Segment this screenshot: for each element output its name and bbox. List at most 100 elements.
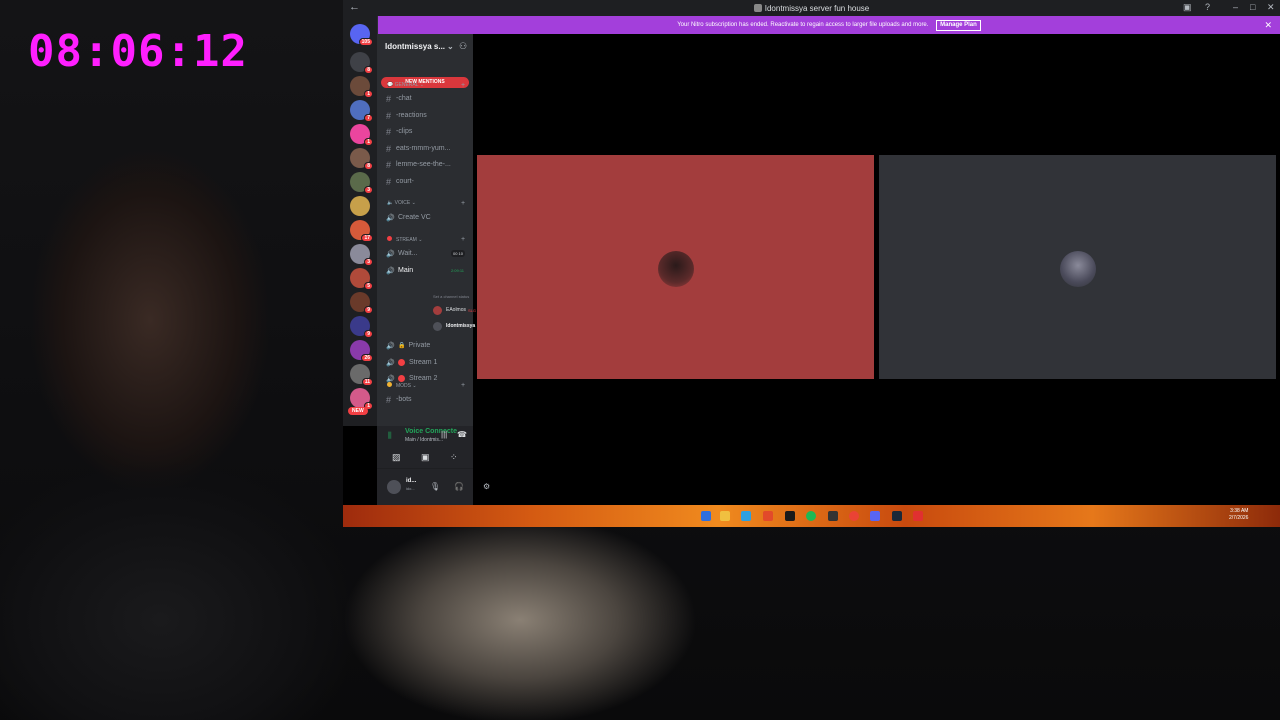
stream-dot-icon bbox=[398, 359, 405, 366]
mention-badge: 17 bbox=[361, 234, 373, 242]
channel-waiting[interactable]: 🔊 Wait... 00 10 bbox=[386, 247, 470, 260]
voice-member[interactable]: EAolmos SLG bbox=[433, 304, 476, 316]
close-banner-icon[interactable]: ✕ bbox=[1264, 16, 1272, 34]
channel-create-vc[interactable]: 🔊 Create VC bbox=[386, 211, 470, 224]
new-servers-tag: NEW bbox=[348, 407, 368, 415]
headphones-icon[interactable]: 🎧 bbox=[454, 482, 464, 491]
voice-member-self[interactable]: Idontmissya bbox=[433, 320, 475, 332]
channel-stream-1[interactable]: 🔊 Stream 1 bbox=[386, 356, 470, 369]
stream-dot-icon bbox=[398, 375, 405, 382]
hash-icon: # bbox=[386, 110, 392, 121]
speaker-icon: 🔊 bbox=[386, 359, 395, 367]
chrome-icon[interactable] bbox=[849, 511, 859, 521]
inbox-icon[interactable]: ▣ bbox=[1183, 2, 1192, 13]
voice-channel[interactable]: Main / Idontmis... bbox=[405, 437, 443, 443]
server-icon[interactable]: 9 bbox=[350, 292, 373, 314]
server-icon[interactable]: 1 bbox=[350, 388, 373, 410]
spotify-icon[interactable] bbox=[806, 511, 816, 521]
video-tile-self[interactable] bbox=[879, 155, 1276, 379]
channel-chat[interactable]: # -chat bbox=[386, 92, 470, 105]
server-icon[interactable]: 5 bbox=[350, 268, 373, 290]
channel-status[interactable]: Set a channel status bbox=[433, 294, 469, 299]
server-icon[interactable]: 11 bbox=[350, 364, 373, 386]
minimize-button[interactable]: – bbox=[1233, 2, 1238, 12]
server-icon[interactable]: 8 bbox=[350, 148, 373, 170]
server-icon[interactable]: 17 bbox=[350, 220, 373, 242]
server-icon[interactable]: 3 bbox=[350, 172, 373, 194]
microphone-icon[interactable]: 🎙 bbox=[430, 482, 440, 491]
speaker-icon: 🔊 bbox=[386, 250, 395, 258]
server-icon[interactable]: 8 bbox=[350, 52, 373, 74]
channel-main[interactable]: 🔊 Main 2:09:11 bbox=[386, 264, 470, 277]
channel-private[interactable]: 🔊 🔒 Private bbox=[386, 339, 470, 352]
mention-badge: 7 bbox=[364, 114, 373, 122]
file-explorer-icon[interactable] bbox=[720, 511, 730, 521]
avatar[interactable] bbox=[387, 480, 401, 494]
mention-badge: 105 bbox=[358, 38, 373, 46]
channel-court[interactable]: # court- bbox=[386, 175, 470, 188]
server-icon[interactable] bbox=[350, 196, 370, 216]
add-channel-icon[interactable]: + bbox=[461, 200, 465, 207]
maximize-button[interactable]: □ bbox=[1250, 2, 1255, 12]
close-window-button[interactable]: ✕ bbox=[1267, 2, 1275, 13]
hash-icon: # bbox=[386, 143, 392, 154]
app-icon[interactable] bbox=[828, 511, 838, 521]
mention-badge: 9 bbox=[364, 330, 373, 338]
title-bar: ← Idontmissya server fun house ▣ ? – □ ✕ bbox=[343, 0, 1280, 16]
server-name[interactable]: Idontmissya s... ⌄ bbox=[385, 42, 454, 51]
hash-icon: # bbox=[386, 394, 392, 405]
mention-badge: 8 bbox=[364, 162, 373, 170]
channel-lemme[interactable]: # lemme-see-the-... bbox=[386, 158, 470, 171]
signal-icon[interactable]: ⫼ bbox=[388, 431, 392, 441]
settings-gear-icon[interactable]: ⚙ bbox=[483, 482, 490, 491]
channel-bots[interactable]: # -bots bbox=[386, 393, 470, 406]
add-channel-icon[interactable]: + bbox=[461, 382, 465, 389]
start-icon[interactable] bbox=[701, 511, 711, 521]
screen-share-icon[interactable]: ▣ bbox=[421, 452, 430, 463]
channel-eats[interactable]: # eats-mmm-yum... bbox=[386, 142, 470, 155]
invite-icon[interactable]: ⚇ bbox=[459, 41, 467, 52]
steam-icon[interactable] bbox=[892, 511, 902, 521]
server-icon[interactable]: 26 bbox=[350, 340, 373, 362]
server-icon[interactable]: 1 bbox=[350, 76, 373, 98]
mention-badge: 3 bbox=[364, 186, 373, 194]
category-stream[interactable]: Stream ⌄ + bbox=[387, 236, 465, 243]
server-icon[interactable]: 7 bbox=[350, 100, 373, 122]
edge-icon[interactable] bbox=[741, 511, 751, 521]
obs-icon[interactable] bbox=[913, 511, 923, 521]
channel-reactions[interactable]: # -reactions bbox=[386, 109, 470, 122]
channel-clips[interactable]: # -clips bbox=[386, 125, 470, 138]
user-tag: ido... bbox=[406, 486, 415, 491]
server-icon[interactable]: 9 bbox=[350, 316, 373, 338]
category-voice[interactable]: 🔈 Voice ⌄ + bbox=[387, 200, 465, 207]
camera-off-icon[interactable]: ▨ bbox=[392, 452, 401, 463]
webcam-figure bbox=[0, 420, 360, 720]
manage-plan-button[interactable]: Manage Plan bbox=[936, 20, 981, 31]
avatar bbox=[1060, 251, 1096, 287]
terminal-icon[interactable] bbox=[785, 511, 795, 521]
category-mods[interactable]: Mods ⌄ + bbox=[387, 382, 465, 389]
category-general[interactable]: 💬 GENERAL ⌄ + bbox=[387, 82, 465, 89]
stream-scene: 08:06:12 ← Idontmissya server fun house … bbox=[0, 0, 1280, 720]
server-icon[interactable]: 3 bbox=[350, 244, 373, 266]
voice-connected-panel: ⫼ Voice Connecte Main / Idontmis... ||| … bbox=[377, 426, 473, 468]
avatar bbox=[658, 251, 694, 287]
video-tile-participant[interactable] bbox=[477, 155, 874, 379]
brave-icon[interactable] bbox=[763, 511, 773, 521]
noise-suppression-icon[interactable]: ||| bbox=[441, 430, 447, 439]
avatar bbox=[433, 305, 442, 315]
add-channel-icon[interactable]: + bbox=[461, 82, 465, 89]
lock-icon: 🔒 bbox=[398, 343, 406, 349]
mention-badge: 26 bbox=[361, 354, 373, 362]
server-icon[interactable]: 1 bbox=[350, 124, 373, 146]
add-channel-icon[interactable]: + bbox=[461, 236, 465, 243]
user-panel: id... ido... 🎙 🎧 ⚙ bbox=[377, 468, 490, 505]
help-icon[interactable]: ? bbox=[1205, 2, 1210, 12]
disconnect-icon[interactable]: ☎ bbox=[457, 430, 467, 439]
hash-icon: # bbox=[386, 176, 392, 187]
discord-icon[interactable] bbox=[870, 511, 880, 521]
taskbar-clock[interactable]: 3:38 AM 2/7/2026 bbox=[1229, 508, 1248, 522]
home-icon[interactable]: 105 bbox=[350, 24, 373, 46]
username[interactable]: id... bbox=[406, 478, 416, 484]
activities-icon[interactable]: ⁘ bbox=[450, 452, 458, 463]
